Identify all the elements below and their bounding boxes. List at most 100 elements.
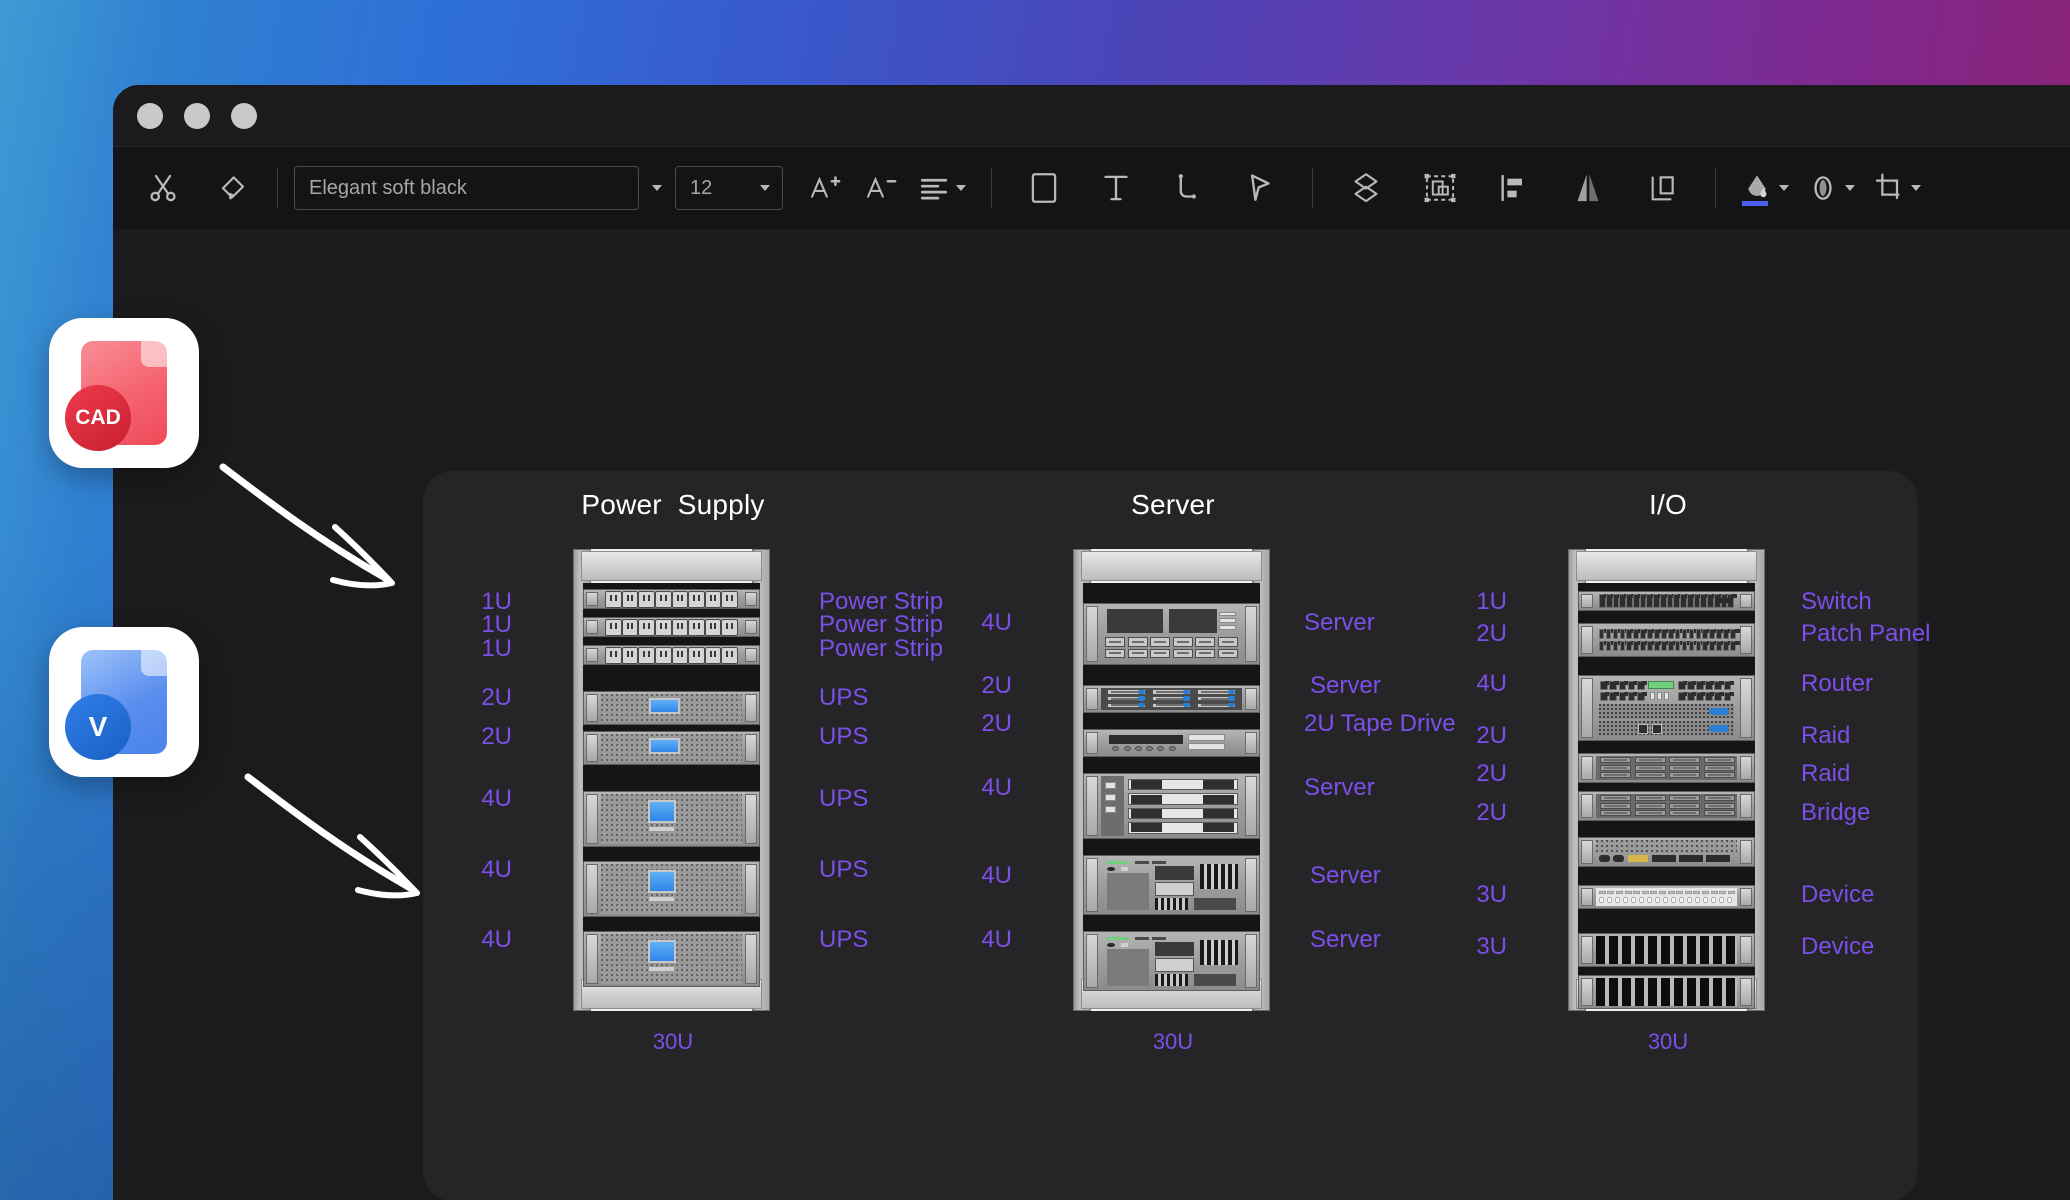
ups-unit[interactable] bbox=[583, 931, 760, 987]
device-label: Router bbox=[1801, 670, 1874, 697]
position-icon[interactable] bbox=[1625, 162, 1699, 214]
patch-panel-unit[interactable] bbox=[1578, 623, 1755, 657]
group-objects-icon[interactable] bbox=[1403, 162, 1477, 214]
layers-icon[interactable] bbox=[1329, 162, 1403, 214]
ups-unit[interactable] bbox=[583, 691, 760, 725]
ups-unit[interactable] bbox=[583, 791, 760, 847]
server-unit[interactable] bbox=[1083, 603, 1260, 665]
rack-total-label: 30U bbox=[1647, 1029, 1689, 1054]
rack-frame bbox=[573, 549, 770, 1011]
rack-io: I/O 1U 2U 4U 2U 2U 2U 3U 3U Switch Patch… bbox=[1418, 471, 1930, 1200]
window-maximize-button[interactable] bbox=[231, 102, 257, 129]
server-unit[interactable] bbox=[1083, 855, 1260, 915]
u-label: 2U bbox=[481, 723, 512, 750]
fill-color-swatch bbox=[1742, 201, 1768, 206]
power-strip-unit[interactable] bbox=[583, 617, 760, 637]
device-unit[interactable] bbox=[1578, 933, 1755, 967]
pointer-tool-icon[interactable] bbox=[1224, 162, 1296, 214]
page-fold bbox=[141, 341, 167, 367]
cut-icon[interactable] bbox=[135, 162, 191, 214]
visio-file-badge[interactable]: V bbox=[49, 627, 199, 777]
crop-dropdown-icon[interactable] bbox=[1910, 185, 1921, 191]
u-label: 4U bbox=[981, 862, 1012, 889]
device-label: Raid bbox=[1801, 722, 1851, 749]
increase-font-size-icon[interactable] bbox=[797, 162, 853, 214]
device-label: Server bbox=[1310, 926, 1381, 953]
ups-unit[interactable] bbox=[583, 861, 760, 917]
server-unit[interactable] bbox=[1083, 773, 1260, 839]
line-color-icon[interactable] bbox=[1798, 162, 1864, 214]
server-unit[interactable] bbox=[1083, 931, 1260, 991]
device-label: Bridge bbox=[1801, 799, 1871, 826]
line-color-dropdown-icon[interactable] bbox=[1844, 185, 1855, 191]
cad-file-label: CAD bbox=[65, 385, 131, 451]
text-box-icon[interactable] bbox=[1080, 162, 1152, 214]
u-label: 1U bbox=[481, 635, 512, 662]
u-label: 2U bbox=[1476, 722, 1507, 749]
device-label: Device bbox=[1801, 881, 1875, 908]
visio-file-icon: V bbox=[65, 650, 167, 760]
raid-unit[interactable] bbox=[1578, 791, 1755, 821]
device-label: UPS bbox=[819, 926, 869, 953]
window-close-button[interactable] bbox=[137, 102, 163, 129]
u-label: 4U bbox=[981, 774, 1012, 801]
cad-file-icon: CAD bbox=[65, 341, 167, 451]
u-label: 4U bbox=[481, 856, 512, 883]
window-minimize-button[interactable] bbox=[184, 102, 210, 129]
ups-unit[interactable] bbox=[583, 731, 760, 765]
align-text-dropdown-icon[interactable] bbox=[955, 185, 966, 191]
font-size-value: 12 bbox=[690, 176, 713, 199]
drawing-canvas[interactable]: Power Supply 1U 1U 1U 2U 2U 4U 4U 4U Pow… bbox=[113, 229, 2070, 1200]
align-text-icon[interactable] bbox=[909, 162, 975, 214]
format-painter-icon[interactable] bbox=[205, 162, 261, 214]
device-unit[interactable] bbox=[1578, 975, 1755, 1009]
u-label: 2U bbox=[1476, 620, 1507, 647]
toolbar-divider bbox=[1715, 168, 1716, 208]
align-objects-icon[interactable] bbox=[1477, 162, 1551, 214]
switch-unit[interactable] bbox=[1578, 591, 1755, 611]
fill-color-icon[interactable] bbox=[1732, 162, 1798, 214]
bridge-unit[interactable] bbox=[1578, 837, 1755, 867]
tape-drive-unit[interactable] bbox=[1083, 729, 1260, 757]
device-label: UPS bbox=[819, 856, 869, 883]
flip-icon[interactable] bbox=[1551, 162, 1625, 214]
server-unit[interactable] bbox=[1083, 685, 1260, 713]
u-label: 4U bbox=[481, 926, 512, 953]
device-label: UPS bbox=[819, 723, 869, 750]
font-size-field[interactable]: 12 bbox=[675, 166, 783, 210]
power-strip-unit[interactable] bbox=[583, 645, 760, 665]
device-label: UPS bbox=[819, 785, 869, 812]
u-label: 3U bbox=[1476, 933, 1507, 960]
rack-title: Power Supply bbox=[581, 489, 765, 520]
rack-frame bbox=[1073, 549, 1270, 1011]
u-label: 4U bbox=[981, 926, 1012, 953]
raid-unit[interactable] bbox=[1578, 753, 1755, 783]
connector-icon[interactable] bbox=[1152, 162, 1224, 214]
patch-strip-unit[interactable] bbox=[1578, 885, 1755, 909]
decrease-font-size-icon[interactable] bbox=[853, 162, 909, 214]
toolbar-divider bbox=[1312, 168, 1313, 208]
device-label: Server bbox=[1310, 672, 1381, 699]
router-unit[interactable] bbox=[1578, 675, 1755, 741]
rack-title: Server bbox=[1131, 489, 1215, 520]
u-label: 2U bbox=[1476, 760, 1507, 787]
toolbar-divider bbox=[991, 168, 992, 208]
font-size-dropdown-icon[interactable] bbox=[760, 185, 770, 191]
rectangle-shape-icon[interactable] bbox=[1008, 162, 1080, 214]
rack-server: Server 4U 2U 2U 4U 4U 4U Server Server 2… bbox=[923, 471, 1455, 1200]
cad-file-badge[interactable]: CAD bbox=[49, 318, 199, 468]
power-strip-unit[interactable] bbox=[583, 589, 760, 609]
device-label: Server bbox=[1304, 774, 1375, 801]
rack-diagram[interactable]: Power Supply 1U 1U 1U 2U 2U 4U 4U 4U Pow… bbox=[423, 471, 1930, 1200]
u-label: 2U bbox=[981, 672, 1012, 699]
device-label: Server bbox=[1304, 609, 1375, 636]
u-label: 2U bbox=[481, 684, 512, 711]
fill-color-dropdown-icon[interactable] bbox=[1778, 185, 1789, 191]
font-name-dropdown-icon[interactable] bbox=[639, 166, 675, 210]
window-titlebar bbox=[113, 85, 2070, 147]
font-name-field[interactable]: Elegant soft black bbox=[294, 166, 639, 210]
device-label: Switch bbox=[1801, 588, 1872, 615]
u-label: 4U bbox=[1476, 670, 1507, 697]
page-fold bbox=[141, 650, 167, 676]
crop-icon[interactable] bbox=[1864, 162, 1930, 214]
